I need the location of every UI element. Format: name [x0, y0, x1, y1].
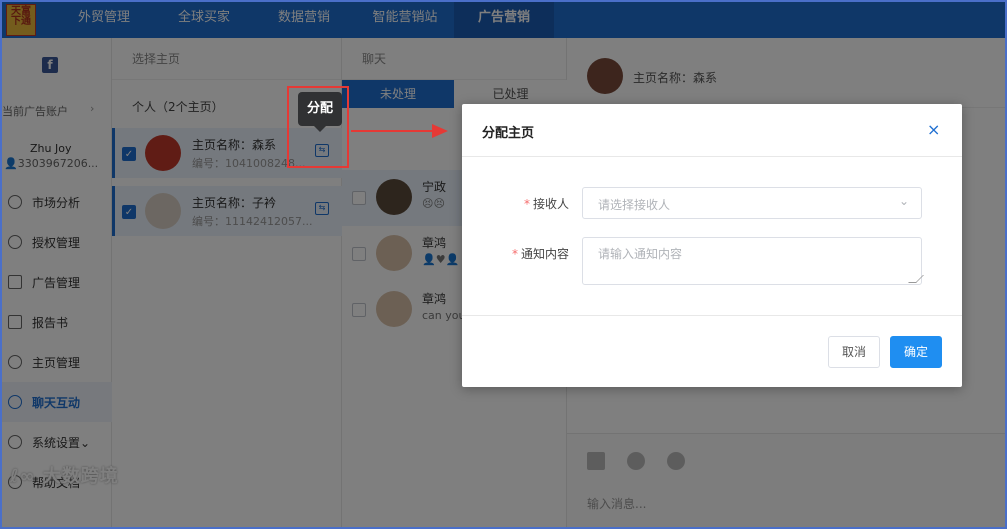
resize-handle[interactable]	[908, 275, 924, 283]
dialog-divider	[462, 315, 962, 316]
dialog-divider	[462, 156, 962, 157]
recipient-select[interactable]: 请选择接收人 ⌄	[582, 187, 922, 219]
required-star: *	[512, 247, 518, 261]
cancel-button[interactable]: 取消	[828, 336, 880, 368]
assign-tooltip: 分配	[298, 92, 342, 132]
chevron-down-icon: ⌄	[899, 194, 910, 208]
confirm-button[interactable]: 确定	[890, 336, 942, 368]
recipient-label: * 接收人	[524, 195, 569, 212]
required-star: *	[524, 197, 530, 211]
dialog-title: 分配主页	[482, 126, 535, 141]
app-window: 天富下通 外贸管理 全球买家 数据营销 智能营销站 广告营销 f 当前广告账户 …	[0, 0, 1007, 529]
assign-page-dialog: 分配主页 × * 接收人 请选择接收人 ⌄ * 通知内容 请输入通知内容 取消 确定	[462, 104, 962, 387]
notification-content-placeholder: 请输入通知内容	[598, 247, 683, 261]
notification-content-textarea[interactable]: 请输入通知内容	[582, 237, 924, 285]
notification-content-label-text: 通知内容	[521, 247, 570, 261]
annotation-arrow-head	[432, 124, 448, 138]
recipient-select-placeholder: 请选择接收人	[598, 198, 671, 212]
annotation-arrow	[351, 130, 433, 132]
close-icon[interactable]: ×	[927, 122, 940, 138]
notification-content-label: * 通知内容	[512, 245, 569, 262]
recipient-label-text: 接收人	[533, 197, 570, 211]
